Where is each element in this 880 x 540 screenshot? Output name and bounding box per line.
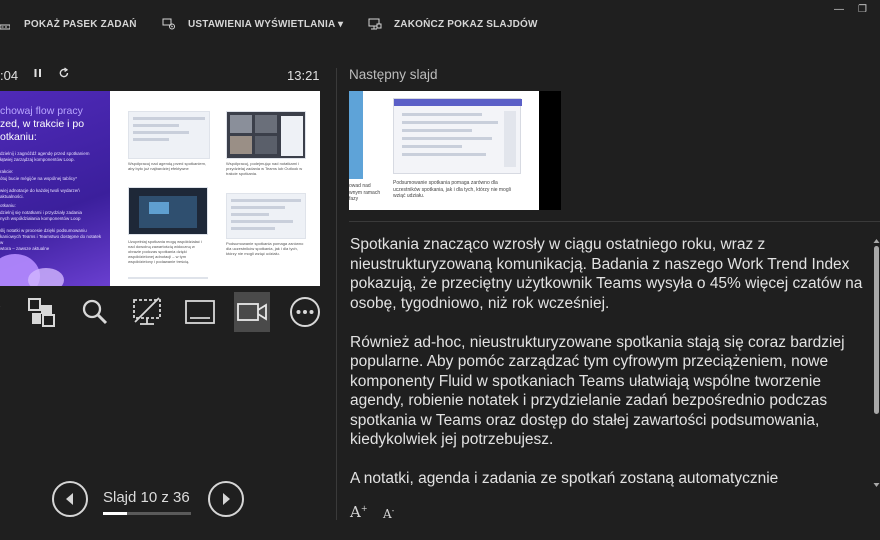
chevron-right-icon [223, 493, 230, 505]
scroll-up-arrow-icon [873, 239, 880, 243]
speaker-notes-viewport[interactable]: Spotkania znacząco wzrosły w ciągu ostat… [349, 228, 874, 492]
next-slide-label: Następny slajd [349, 67, 438, 82]
slide-bullet: aktualności. [0, 194, 24, 199]
slide-progress-bar [103, 512, 191, 515]
next-slide-caption: Podsumowanie spotkania pomaga zarówno dl… [393, 180, 511, 199]
slide-screenshot-spacer [128, 277, 208, 279]
next-slide-screenshot [393, 98, 522, 174]
restart-timer-button[interactable] [58, 66, 70, 83]
slide-screenshot [226, 193, 306, 239]
current-slide[interactable]: chowaj flow pracy zed, w trakcie i po ot… [0, 91, 320, 286]
decrease-font-label: A [383, 507, 392, 521]
next-slide-button[interactable] [208, 481, 244, 517]
slide-progress-fill [103, 512, 128, 515]
slide-bullet: rakcie: [0, 169, 14, 174]
increase-font-label: A [350, 503, 361, 521]
speaker-notes: Spotkania znacząco wzrosły w ciągu ostat… [350, 235, 868, 492]
pen-tool-button[interactable] [0, 292, 10, 332]
slide-screenshot [128, 111, 210, 159]
scroll-down-arrow-icon [873, 483, 880, 487]
slide-title: chowaj flow pracy zed, w trakcie i po ot… [0, 105, 110, 144]
next-slide-preview[interactable]: owad nad wnym ramach fazy Podsumowanie s… [349, 91, 561, 210]
end-slideshow-button[interactable]: ZAKOŃCZ POKAZ SLAJDÓW [368, 0, 538, 48]
slide-caption: Uzupełniaj spotkania mogą współdziałać i… [128, 239, 202, 264]
video-camera-icon [237, 303, 267, 321]
next-slide-canvas: owad nad wnym ramach fazy Podsumowanie s… [349, 91, 539, 210]
elapsed-timer: :04 [0, 68, 19, 83]
camera-toggle-button[interactable] [234, 292, 270, 332]
decorative-blob [28, 268, 64, 286]
next-slide-left-caption: owad nad wnym ramach fazy [349, 183, 381, 202]
black-screen-icon [133, 297, 161, 325]
pause-timer-button[interactable] [33, 66, 43, 83]
slide-caption: Współpracuj, podejmując nad notatkami i … [226, 161, 303, 176]
more-icon [290, 297, 320, 327]
minimize-button[interactable]: — [834, 4, 844, 15]
decrease-font-button[interactable]: A- [383, 506, 394, 521]
slide-title-line2: zed, w trakcie i po [0, 118, 85, 130]
panel-divider[interactable] [336, 68, 337, 520]
display-settings-label: USTAWIENIA WYŚWIETLANIA ▾ [188, 18, 344, 30]
clock: 13:21 [287, 68, 320, 83]
display-settings-button[interactable]: USTAWIENIA WYŚWIETLANIA ▾ [162, 0, 343, 48]
previous-slide-button[interactable] [52, 481, 88, 517]
restart-icon [59, 67, 69, 78]
slide-title-line3: otkaniu: [0, 131, 37, 143]
more-options-button[interactable] [287, 292, 323, 332]
pen-icon [0, 306, 1, 307]
subtitles-button[interactable] [182, 292, 218, 332]
slide-screenshot [128, 187, 208, 235]
slide-caption: Podsumowanie spotkania pomaga zarówno dl… [226, 241, 304, 256]
end-slideshow-label: ZAKOŃCZ POKAZ SLAJDÓW [394, 18, 538, 30]
slide-title-line1: chowaj flow pracy [0, 105, 83, 117]
subtitles-icon [185, 300, 215, 324]
restore-button[interactable]: ❐ [858, 4, 867, 15]
presenter-tools [0, 292, 336, 332]
slide-counter[interactable]: Slajd 10 z 36 [103, 489, 190, 506]
slide-bullet: ótuj bucie mégijóe na wspólnej tablicy* [0, 176, 78, 181]
slide-bullets: dzielnij i zagnóźdź agendę przed spotkan… [0, 151, 105, 258]
black-screen-button[interactable] [129, 292, 165, 332]
show-taskbar-button[interactable]: POKAŻ PASEK ZADAŃ [0, 0, 137, 48]
slide-screenshot [226, 111, 306, 159]
slide-bullet: kaniowych Teams i Teamstwo dostępne do n… [0, 234, 102, 245]
see-all-slides-button[interactable] [24, 292, 60, 332]
slide-bullet: otkaniu: [0, 203, 16, 208]
magnifier-icon [82, 299, 108, 325]
notes-separator[interactable] [349, 221, 880, 222]
slide-caption: Współpracuj nad agendą przed spotkaniem,… [128, 161, 207, 171]
zoom-button[interactable] [77, 292, 113, 332]
minus-icon: - [391, 506, 395, 515]
chevron-left-icon [66, 493, 73, 505]
display-settings-icon [162, 18, 176, 30]
grid-slides-icon [28, 298, 55, 327]
taskbar-icon [0, 18, 11, 30]
slide-bullet: łątwiej zarządzaj komponentów Loop. [0, 157, 75, 162]
pause-icon [34, 69, 41, 77]
end-slideshow-icon [368, 18, 382, 30]
slide-bullet: nych współdziałania komponentów Loop [0, 216, 81, 221]
slide-bullet: wtora – zawsze aktualne [0, 246, 50, 251]
notes-scrollbar-thumb[interactable] [874, 246, 879, 414]
presenter-toolbar: POKAŻ PASEK ZADAŃ USTAWIENIA WYŚWIETLANI… [0, 0, 880, 48]
notes-paragraph: A notatki, agenda i zadania ze spotkań z… [350, 470, 779, 487]
notes-paragraph: Również ad-hoc, nieustrukturyzowane spot… [350, 333, 845, 449]
increase-font-button[interactable]: A+ [350, 503, 368, 521]
show-taskbar-label: POKAŻ PASEK ZADAŃ [24, 18, 137, 30]
plus-icon: + [360, 504, 368, 513]
next-slide-left-image [349, 91, 363, 179]
slide-title-panel: chowaj flow pracy zed, w trakcie i po ot… [0, 91, 110, 286]
notes-paragraph: Spotkania znacząco wzrosły w ciągu ostat… [350, 236, 863, 312]
